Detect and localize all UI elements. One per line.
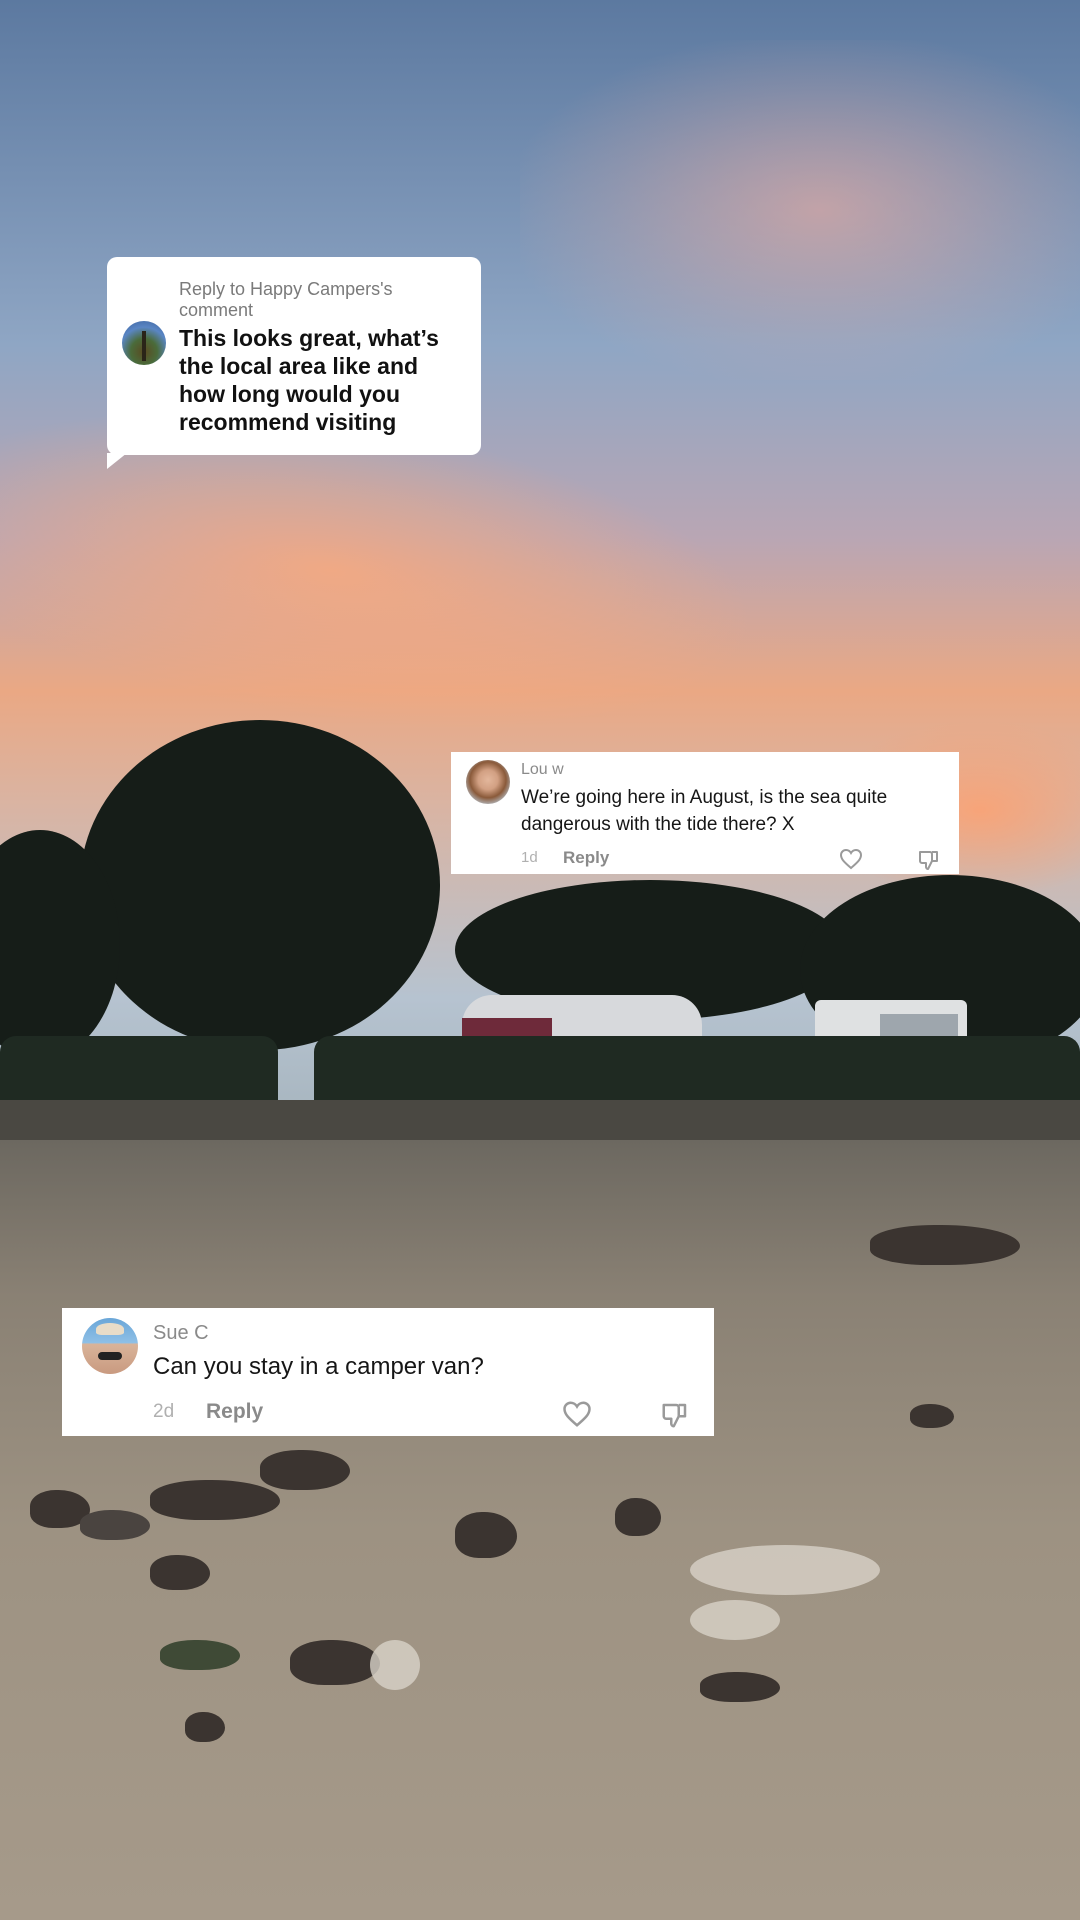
reply-to-comment-sticker: Reply to Happy Campers's comment This lo… xyxy=(107,257,481,469)
hedge-left xyxy=(0,1036,278,1106)
swimsuit-shape xyxy=(98,1352,122,1360)
thumbs-down-icon[interactable] xyxy=(660,1400,690,1435)
rock xyxy=(700,1672,780,1702)
reply-button[interactable]: Reply xyxy=(563,848,609,868)
rock xyxy=(260,1450,350,1490)
stone-wall xyxy=(0,1100,1080,1142)
reply-header: Reply to Happy Campers's comment xyxy=(179,279,393,320)
comment-username[interactable]: Sue C xyxy=(153,1322,209,1345)
hedge-right xyxy=(314,1036,1080,1106)
tide-puddle xyxy=(370,1640,420,1690)
comment-card: Lou w We’re going here in August, is the… xyxy=(451,752,959,874)
comment-text: We’re going here in August, is the sea q… xyxy=(521,787,888,835)
palm-tree-icon xyxy=(142,331,146,361)
speech-bubble-tail xyxy=(107,453,127,469)
rock xyxy=(150,1480,280,1520)
comment-text: Can you stay in a camper van? xyxy=(153,1353,484,1380)
heart-icon[interactable] xyxy=(562,1400,592,1433)
rock xyxy=(870,1225,1020,1265)
rock xyxy=(185,1712,225,1742)
rock xyxy=(160,1640,240,1670)
comment-card: Sue C Can you stay in a camper van? 2d R… xyxy=(62,1308,714,1436)
rock xyxy=(615,1498,661,1536)
tide-puddle xyxy=(690,1545,880,1595)
rock xyxy=(910,1404,954,1428)
avatar[interactable] xyxy=(466,760,510,804)
reply-comment-text: This looks great, what’s the local area … xyxy=(179,325,439,435)
rock xyxy=(150,1555,210,1590)
hat-shape xyxy=(96,1323,124,1335)
tide-puddle xyxy=(690,1600,780,1640)
comment-timestamp: 1d xyxy=(521,849,538,866)
avatar[interactable] xyxy=(82,1318,138,1374)
heart-icon[interactable] xyxy=(839,848,863,875)
rock xyxy=(455,1512,517,1558)
thumbs-down-icon[interactable] xyxy=(917,848,941,877)
rock xyxy=(80,1510,150,1540)
comment-timestamp: 2d xyxy=(153,1401,175,1422)
cypress-tree xyxy=(80,720,440,1050)
comment-username[interactable]: Lou w xyxy=(521,761,564,779)
reply-button[interactable]: Reply xyxy=(206,1400,263,1424)
palm-tree-avatar xyxy=(122,321,166,365)
cypress-tree-trunk xyxy=(230,860,260,1060)
rock xyxy=(290,1640,380,1685)
sky-pink-cloud xyxy=(520,40,1080,380)
